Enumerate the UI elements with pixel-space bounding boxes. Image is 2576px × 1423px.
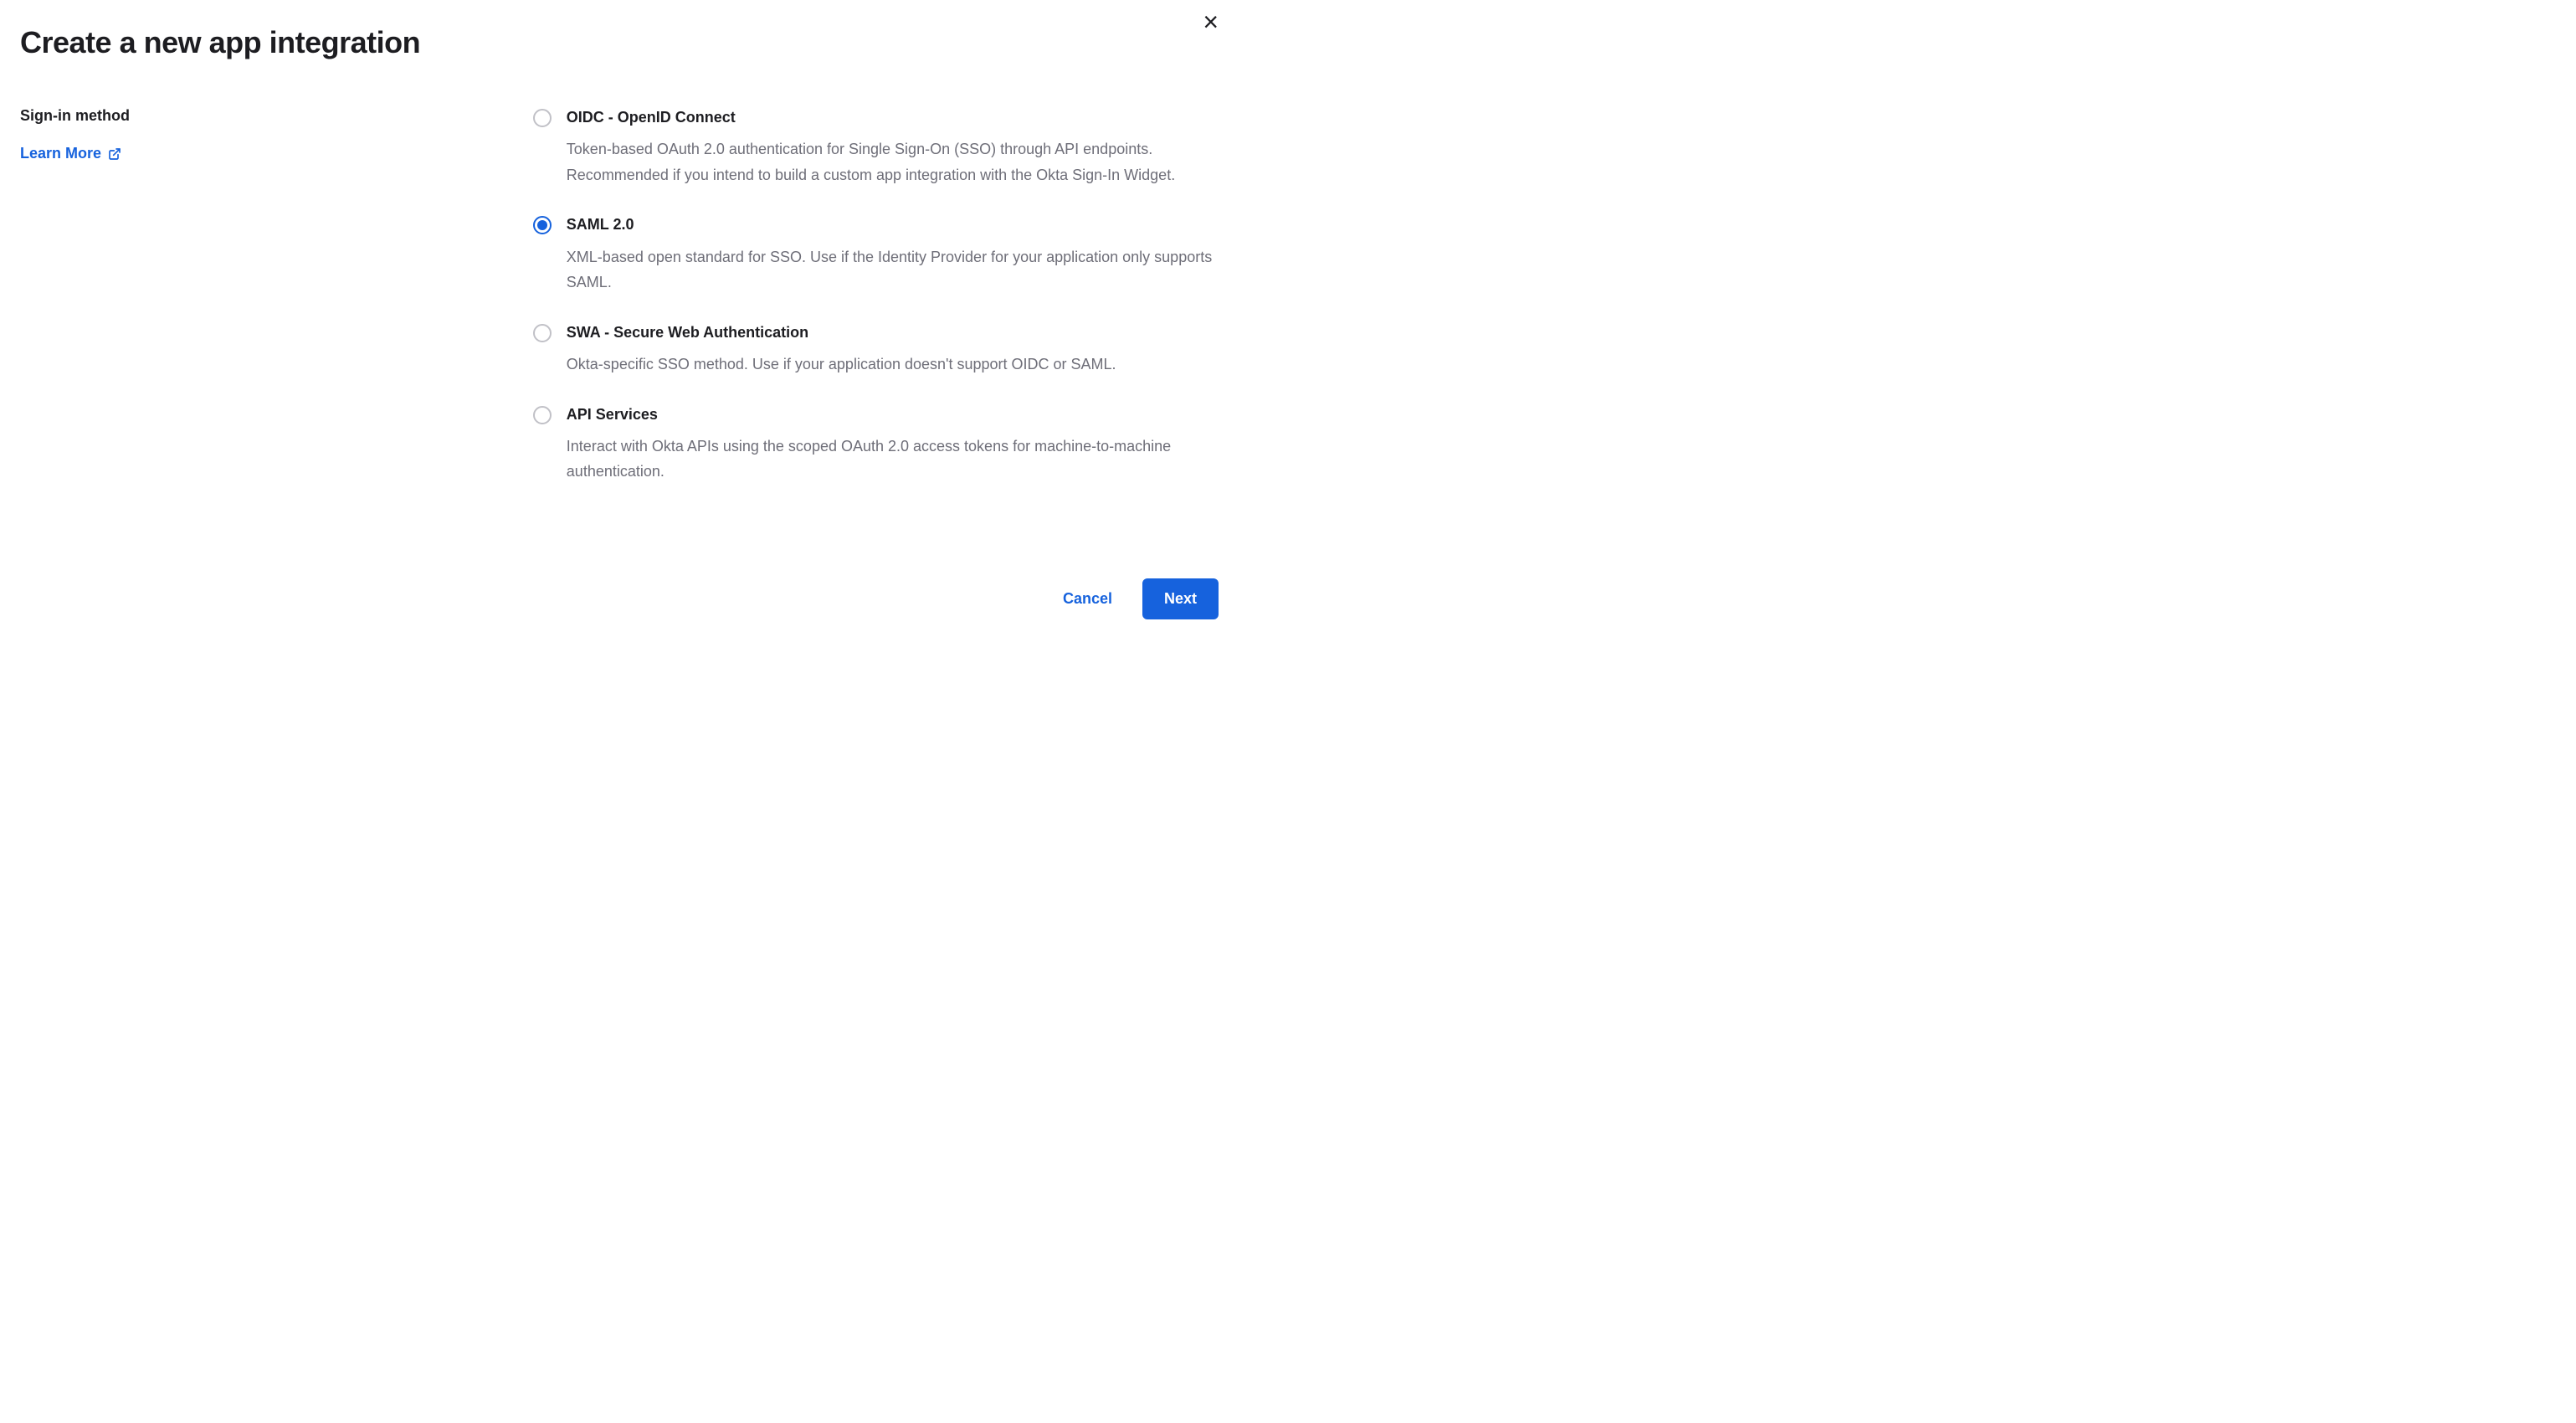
close-icon: × [1203, 7, 1219, 37]
learn-more-link[interactable]: Learn More [20, 145, 121, 162]
option-api-services[interactable]: API Services Interact with Okta APIs usi… [533, 404, 1219, 485]
radio-saml[interactable] [533, 216, 552, 234]
option-content: OIDC - OpenID Connect Token-based OAuth … [567, 107, 1219, 188]
radio-api-services[interactable] [533, 406, 552, 424]
learn-more-text: Learn More [20, 145, 101, 162]
option-description: Interact with Okta APIs using the scoped… [567, 434, 1219, 485]
option-content: SAML 2.0 XML-based open standard for SSO… [567, 214, 1219, 295]
radio-oidc[interactable] [533, 109, 552, 127]
option-oidc[interactable]: OIDC - OpenID Connect Token-based OAuth … [533, 107, 1219, 188]
option-content: SWA - Secure Web Authentication Okta-spe… [567, 322, 1219, 378]
option-description: Token-based OAuth 2.0 authentication for… [567, 136, 1219, 188]
option-label: SAML 2.0 [567, 214, 1219, 235]
external-link-icon [108, 147, 121, 161]
next-button[interactable]: Next [1142, 578, 1219, 619]
option-swa[interactable]: SWA - Secure Web Authentication Okta-spe… [533, 322, 1219, 378]
options-column: OIDC - OpenID Connect Token-based OAuth … [533, 107, 1219, 511]
dialog-content: Sign-in method Learn More OIDC - OpenID … [20, 107, 1219, 511]
option-content: API Services Interact with Okta APIs usi… [567, 404, 1219, 485]
radio-swa[interactable] [533, 324, 552, 342]
close-button[interactable]: × [1203, 8, 1219, 35]
dialog-title: Create a new app integration [20, 25, 1219, 60]
create-app-integration-dialog: × Create a new app integration Sign-in m… [20, 25, 1219, 619]
option-label: API Services [567, 404, 1219, 425]
signin-method-label: Sign-in method [20, 107, 500, 125]
option-label: OIDC - OpenID Connect [567, 107, 1219, 128]
left-column: Sign-in method Learn More [20, 107, 500, 511]
cancel-button[interactable]: Cancel [1056, 580, 1119, 618]
option-description: XML-based open standard for SSO. Use if … [567, 244, 1219, 295]
option-label: SWA - Secure Web Authentication [567, 322, 1219, 343]
option-description: Okta-specific SSO method. Use if your ap… [567, 352, 1219, 378]
option-saml[interactable]: SAML 2.0 XML-based open standard for SSO… [533, 214, 1219, 295]
dialog-footer: Cancel Next [20, 578, 1219, 619]
